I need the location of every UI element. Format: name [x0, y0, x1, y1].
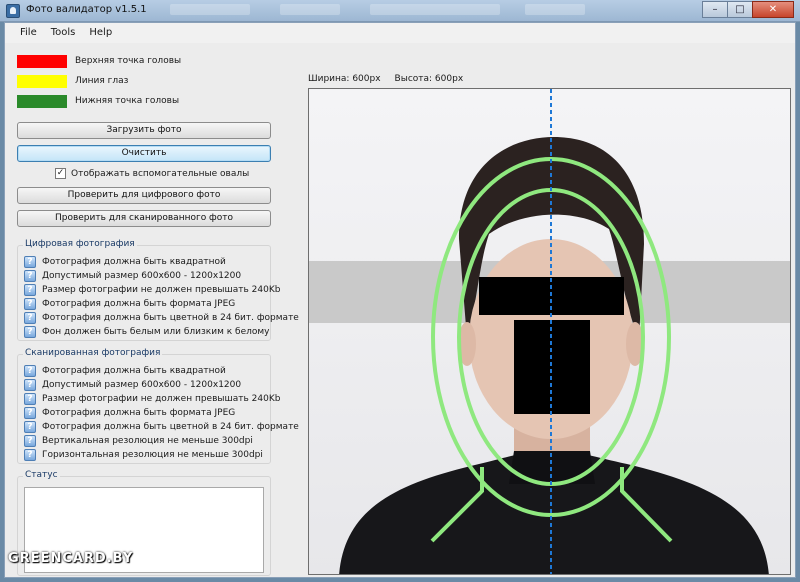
close-button[interactable]: ✕ — [752, 1, 794, 18]
question-icon: ? — [24, 392, 36, 405]
main-window: File Tools Help Верхняя точка головы Лин… — [4, 22, 796, 578]
requirement-item: ? Фотография должна быть формата JPEG — [24, 406, 235, 419]
question-icon: ? — [24, 297, 36, 310]
clear-button[interactable]: Очистить — [17, 145, 271, 162]
image-dimensions: Ширина: 600px Высота: 600px — [308, 74, 463, 84]
show-ovals-label: Отображать вспомогательные овалы — [71, 168, 250, 179]
requirement-item: ? Фотография должна быть квадратной — [24, 255, 226, 268]
question-icon: ? — [24, 283, 36, 296]
legend-bottom-of-head: Нижняя точка головы — [17, 94, 179, 108]
question-icon: ? — [24, 420, 36, 433]
requirement-item: ? Фотография должна быть цветной в 24 бит… — [24, 311, 299, 324]
background-tab-ghost — [525, 4, 585, 15]
scanned-photo-group: Сканированная фотография ? Фотография дол… — [17, 348, 299, 464]
background-tab-ghost — [280, 4, 340, 15]
image-height: Высота: 600px — [394, 74, 464, 84]
menu-bar: File Tools Help — [5, 23, 795, 43]
minimize-button[interactable]: – — [702, 1, 728, 18]
legend-label: Нижняя точка головы — [75, 96, 180, 106]
app-icon — [6, 4, 20, 18]
menu-tools[interactable]: Tools — [44, 23, 83, 43]
image-width: Ширина: 600px — [308, 74, 381, 84]
legend-label: Верхняя точка головы — [75, 56, 182, 66]
question-icon: ? — [24, 448, 36, 461]
requirement-item: ? Горизонтальная резолюция не меньше 300d… — [24, 448, 263, 461]
requirement-item: ? Фотография должна быть формата JPEG — [24, 297, 235, 310]
requirement-item: ? Размер фотографии не должен превышать 2… — [24, 392, 280, 405]
green-swatch — [17, 94, 67, 108]
group-title: Цифровая фотография — [23, 239, 137, 249]
load-photo-button[interactable]: Загрузить фото — [17, 122, 271, 139]
watermark: GREENCARD.BY — [8, 551, 134, 566]
legend-top-of-head: Верхняя точка головы — [17, 54, 181, 68]
question-icon: ? — [24, 311, 36, 324]
legend-label: Линия глаз — [75, 76, 129, 86]
check-digital-button[interactable]: Проверить для цифрового фото — [17, 187, 271, 204]
requirement-item: ? Фотография должна быть квадратной — [24, 364, 226, 377]
menu-help[interactable]: Help — [82, 23, 119, 43]
show-ovals-checkbox[interactable]: ✓ — [55, 168, 66, 179]
question-icon: ? — [24, 378, 36, 391]
window-title: Фото валидатор v1.5.1 — [26, 4, 147, 15]
question-icon: ? — [24, 434, 36, 447]
menu-file[interactable]: File — [13, 23, 44, 43]
question-icon: ? — [24, 364, 36, 377]
show-ovals-row[interactable]: ✓ Отображать вспомогательные овалы — [55, 168, 249, 179]
requirement-item: ? Допустимый размер 600x600 - 1200x1200 — [24, 378, 241, 391]
title-bar: Фото валидатор v1.5.1 – □ ✕ — [0, 0, 800, 22]
question-icon: ? — [24, 269, 36, 282]
check-scanned-button[interactable]: Проверить для сканированного фото — [17, 210, 271, 227]
digital-photo-group: Цифровая фотография ? Фотография должна б… — [17, 239, 299, 341]
legend-eye-line: Линия глаз — [17, 74, 128, 88]
requirement-item: ? Допустимый размер 600x600 - 1200x1200 — [24, 269, 241, 282]
requirement-item: ? Размер фотографии не должен превышать 2… — [24, 283, 280, 296]
question-icon: ? — [24, 255, 36, 268]
photo-canvas — [309, 89, 790, 574]
photo-preview[interactable] — [308, 88, 791, 575]
yellow-swatch — [17, 74, 67, 88]
question-icon: ? — [24, 325, 36, 338]
question-icon: ? — [24, 406, 36, 419]
requirement-item: ? Вертикальная резолюция не меньше 300dpi — [24, 434, 253, 447]
group-title: Статус — [23, 470, 60, 480]
maximize-button[interactable]: □ — [727, 1, 753, 18]
red-swatch — [17, 54, 67, 68]
background-tab-ghost — [170, 4, 250, 15]
background-tab-ghost — [370, 4, 500, 15]
group-title: Сканированная фотография — [23, 348, 163, 358]
requirement-item: ? Фотография должна быть цветной в 24 бит… — [24, 420, 299, 433]
requirement-item: ? Фон должен быть белым или близким к бел… — [24, 325, 269, 338]
